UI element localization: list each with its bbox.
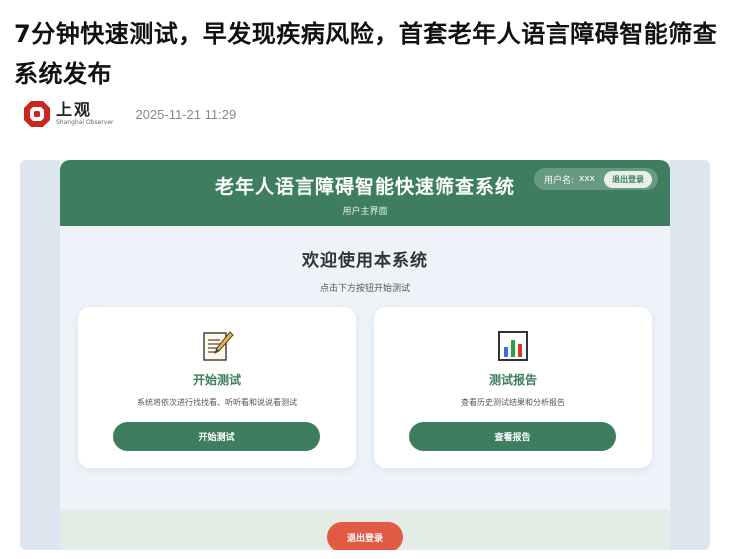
memo-icon (203, 331, 234, 361)
publisher-logo-icon (24, 101, 50, 127)
app-header: 老年人语言障碍智能快速筛查系统 用户主界面 用户名: xxx 退出登录 (60, 160, 670, 226)
app-window: 老年人语言障碍智能快速筛查系统 用户主界面 用户名: xxx 退出登录 欢迎使用… (60, 160, 670, 550)
card-title: 测试报告 (488, 373, 537, 387)
card-description: 系统将依次进行找找看、听听看和说说看测试 (137, 398, 297, 407)
publisher-logo[interactable]: 上观 Shanghai Observer (22, 99, 113, 129)
publisher-name-en: Shanghai Observer (56, 119, 114, 126)
article-screenshot: 老年人语言障碍智能快速筛查系统 用户主界面 用户名: xxx 退出登录 欢迎使用… (20, 160, 710, 550)
publish-date: 2025-11-21 11:29 (135, 106, 237, 122)
app-subtitle: 用户主界面 (342, 207, 388, 217)
view-report-button[interactable]: 查看报告 (409, 422, 616, 451)
card-description: 查看历史测试结果和分析报告 (461, 398, 565, 407)
bar-chart-icon (498, 331, 528, 361)
header-logout-button[interactable]: 退出登录 (604, 170, 652, 188)
test-report-card: 测试报告 查看历史测试结果和分析报告 查看报告 (374, 307, 652, 468)
action-cards: 开始测试 系统将依次进行找找看、听听看和说说看测试 开始测试 测试报告 查看历史… (78, 307, 652, 468)
logout-button[interactable]: 退出登录 (327, 522, 403, 550)
user-name: xxx (579, 174, 595, 184)
start-test-card: 开始测试 系统将依次进行找找看、听听看和说说看测试 开始测试 (78, 307, 356, 468)
welcome-title: 欢迎使用本系统 (302, 251, 428, 271)
article-title: 7分钟快速测试，早发现疾病风险，首套老年人语言障碍智能筛查系统发布 (14, 20, 718, 88)
card-title: 开始测试 (192, 373, 241, 387)
welcome-section: 欢迎使用本系统 点击下方按钮开始测试 (60, 246, 670, 294)
publisher-name: 上观 (56, 100, 93, 119)
welcome-subtitle: 点击下方按钮开始测试 (319, 284, 410, 294)
start-test-button[interactable]: 开始测试 (113, 422, 320, 451)
user-label: 用户名: (543, 175, 575, 186)
byline: 上观 Shanghai Observer 2025-11-21 11:29 (22, 96, 236, 132)
user-info: 用户名: xxx 退出登录 (533, 168, 658, 190)
